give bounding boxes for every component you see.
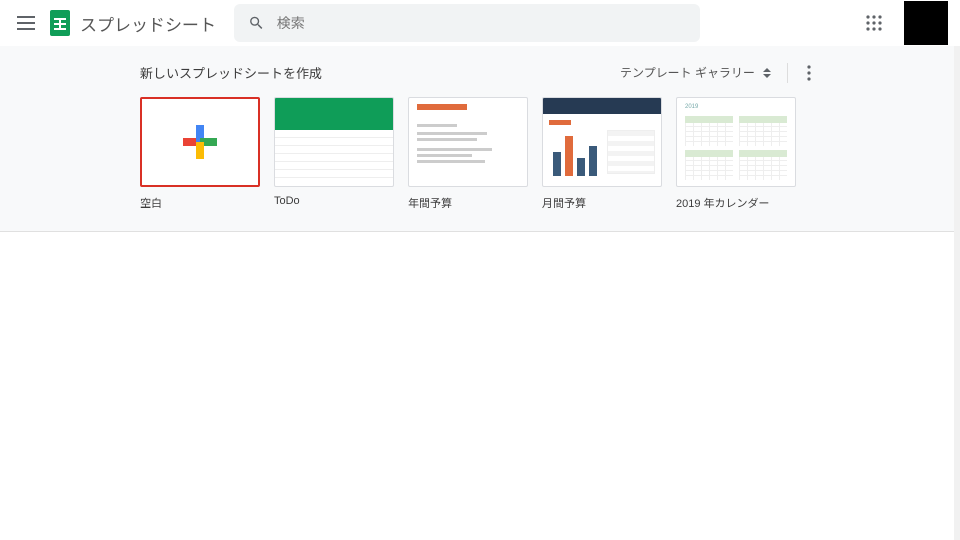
template-thumb-calendar: 2019 [676,97,796,187]
divider [787,63,788,83]
google-apps-button[interactable] [860,9,888,37]
template-gallery-label: テンプレート ギャラリー [620,64,755,81]
template-thumb-monthly [542,97,662,187]
main-menu-button[interactable] [12,9,40,37]
template-calendar-2019[interactable]: 2019 2019 年カレンダー [676,97,796,211]
template-gallery-strip: 新しいスプレッドシートを作成 テンプレート ギャラリー [0,46,960,232]
template-thumb-annual [408,97,528,187]
template-gallery-button[interactable]: テンプレート ギャラリー [614,60,777,85]
template-strip-title: 新しいスプレッドシートを作成 [140,63,322,82]
search-icon [248,14,265,32]
more-options-button[interactable] [798,62,820,84]
search-box[interactable] [234,4,700,42]
template-label: ToDo [274,195,394,207]
plus-icon [183,125,217,159]
apps-grid-icon [866,15,882,31]
template-annual-budget[interactable]: 年間予算 [408,97,528,211]
sheets-icon [50,10,70,36]
template-thumb-todo [274,97,394,187]
template-thumb-blank [140,97,260,187]
template-label: 2019 年カレンダー [676,195,796,211]
template-row: 空白 ToDo [140,97,820,211]
more-vert-icon [807,65,811,81]
expand-icon [763,68,771,78]
app-header: スプレッドシート [0,0,960,46]
template-monthly-budget[interactable]: 月間予算 [542,97,662,211]
template-label: 年間予算 [408,195,528,211]
scrollbar[interactable] [954,46,960,540]
account-avatar[interactable] [904,1,948,45]
template-label: 月間予算 [542,195,662,211]
template-strip-header: 新しいスプレッドシートを作成 テンプレート ギャラリー [140,60,820,85]
template-label: 空白 [140,195,260,211]
app-name: スプレッドシート [80,11,216,36]
search-input[interactable] [277,15,686,31]
template-todo[interactable]: ToDo [274,97,394,211]
hamburger-icon [17,16,35,30]
app-logo-title[interactable]: スプレッドシート [50,10,216,36]
template-blank[interactable]: 空白 [140,97,260,211]
